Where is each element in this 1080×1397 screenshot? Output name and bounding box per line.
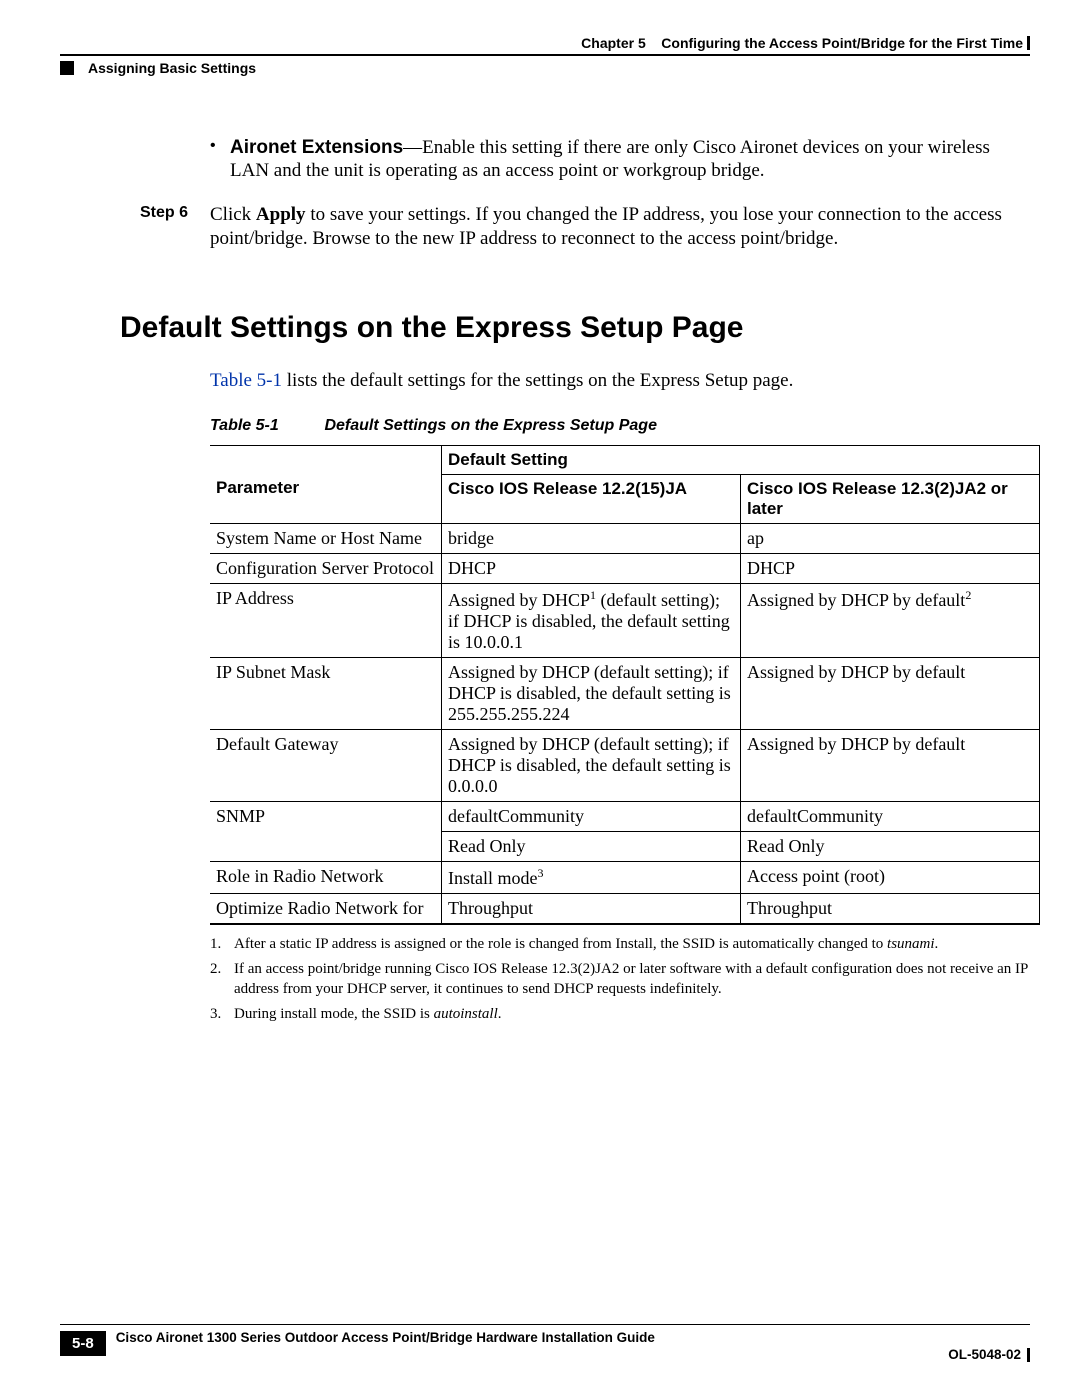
table-caption: Table 5-1 Default Settings on the Expres… xyxy=(210,417,1030,435)
header-bar-icon xyxy=(1027,36,1030,50)
bullet-item: • Aironet Extensions—Enable this setting… xyxy=(210,136,1020,184)
page-number-badge: 5-8 xyxy=(60,1331,106,1356)
table-row: Read Only Read Only xyxy=(210,831,1040,861)
table-footnotes: 1. After a static IP address is assigned… xyxy=(210,935,1040,1025)
bullet-term: Aironet Extensions xyxy=(230,137,403,158)
step-item: Step 6 Click Apply to save your settings… xyxy=(140,203,1020,251)
table-head-col2: Cisco IOS Release 12.3(2)JA2 or later xyxy=(740,474,1039,523)
table-row: System Name or Host Name bridge ap xyxy=(210,523,1040,553)
table-row: SNMP defaultCommunity defaultCommunity xyxy=(210,801,1040,831)
page-footer: 5-8 Cisco Aironet 1300 Series Outdoor Ac… xyxy=(60,1324,1030,1363)
table-row: Default Gateway Assigned by DHCP (defaul… xyxy=(210,729,1040,801)
table-row: Optimize Radio Network for Throughput Th… xyxy=(210,893,1040,924)
table-row: IP Subnet Mask Assigned by DHCP (default… xyxy=(210,657,1040,729)
chapter-title: Configuring the Access Point/Bridge for … xyxy=(661,35,1023,51)
table-head-parameter: Parameter xyxy=(210,474,441,523)
table-head-col1: Cisco IOS Release 12.2(15)JA xyxy=(441,474,740,523)
apply-action-text: Apply xyxy=(256,204,306,225)
defaults-table: Default Setting Parameter Cisco IOS Rele… xyxy=(210,445,1040,925)
footer-guide-title: Cisco Aironet 1300 Series Outdoor Access… xyxy=(106,1329,949,1345)
section-heading: Default Settings on the Express Setup Pa… xyxy=(120,311,1030,345)
table-row: Role in Radio Network Install mode3 Acce… xyxy=(210,861,1040,893)
section-marker-icon xyxy=(60,61,74,75)
footnote: 3. During install mode, the SSID is auto… xyxy=(210,1005,1040,1025)
footnote: 1. After a static IP address is assigned… xyxy=(210,935,1040,955)
table-head-default-setting: Default Setting xyxy=(441,445,1039,474)
chapter-label: Chapter 5 xyxy=(581,35,646,51)
table-row: Configuration Server Protocol DHCP DHCP xyxy=(210,553,1040,583)
step-label: Step 6 xyxy=(140,203,210,251)
section-title: Assigning Basic Settings xyxy=(88,60,256,76)
footnote: 2. If an access point/bridge running Cis… xyxy=(210,960,1040,999)
table-reference-link[interactable]: Table 5-1 xyxy=(210,370,282,391)
page-body: • Aironet Extensions—Enable this setting… xyxy=(140,136,1020,251)
intro-paragraph: Table 5-1 lists the default settings for… xyxy=(210,370,1030,392)
footer-bar-icon xyxy=(1027,1348,1030,1362)
bullet-icon: • xyxy=(210,136,230,184)
table-row: IP Address Assigned by DHCP1 (default se… xyxy=(210,583,1040,657)
footer-doc-id: OL-5048-02 xyxy=(948,1347,1021,1362)
page-header: Chapter 5 Configuring the Access Point/B… xyxy=(60,35,1030,76)
